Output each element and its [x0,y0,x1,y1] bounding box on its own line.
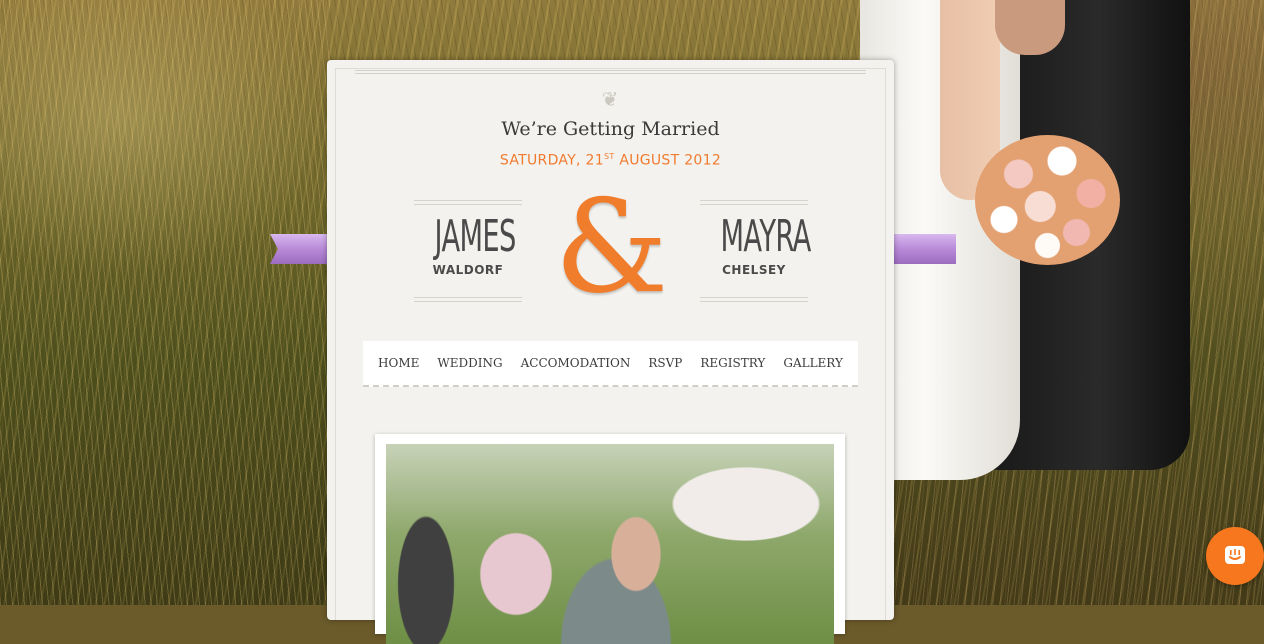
date-prefix: SATURDAY, 21 [499,152,604,169]
featured-photo-frame [375,434,845,644]
groom-name-block: JAMES WALDORF [414,200,522,302]
bride-last-name: CHELSEY [722,263,786,277]
ampersand-logo: & [554,173,669,322]
groom-first-name: JAMES [434,211,517,262]
wedding-party-photo [386,444,834,644]
groom-last-name: WALDORF [432,263,504,277]
top-divider-double [355,73,866,74]
top-divider [355,70,866,71]
nav-item-registry[interactable]: REGISTRY [700,356,765,370]
chat-launcher-button[interactable] [1206,527,1264,585]
nav-item-home[interactable]: HOME [378,356,419,370]
invitation-card: ❦ We’re Getting Married SATURDAY, 21ST A… [327,60,894,644]
groom-hand [995,0,1065,55]
nav-item-rsvp[interactable]: RSVP [648,356,682,370]
bride-name-block: MAYRA CHELSEY [700,200,812,302]
chat-bubble-icon [1225,546,1245,564]
bride-first-name: MAYRA [720,211,812,262]
main-nav: HOME WEDDING ACCOMODATION RSVP REGISTRY … [363,341,858,387]
nav-item-accomodation[interactable]: ACCOMODATION [521,356,631,370]
grass-field-left [0,0,330,605]
nav-item-wedding[interactable]: WEDDING [437,356,502,370]
nav-item-gallery[interactable]: GALLERY [783,356,843,370]
wedding-date: SATURDAY, 21ST AUGUST 2012 [327,152,894,169]
ornament-flourish-icon: ❦ [601,87,619,111]
date-ordinal: ST [603,152,615,161]
date-rest: AUGUST 2012 [614,152,722,169]
bridal-bouquet [975,135,1120,265]
page-title: We’re Getting Married [501,118,720,140]
